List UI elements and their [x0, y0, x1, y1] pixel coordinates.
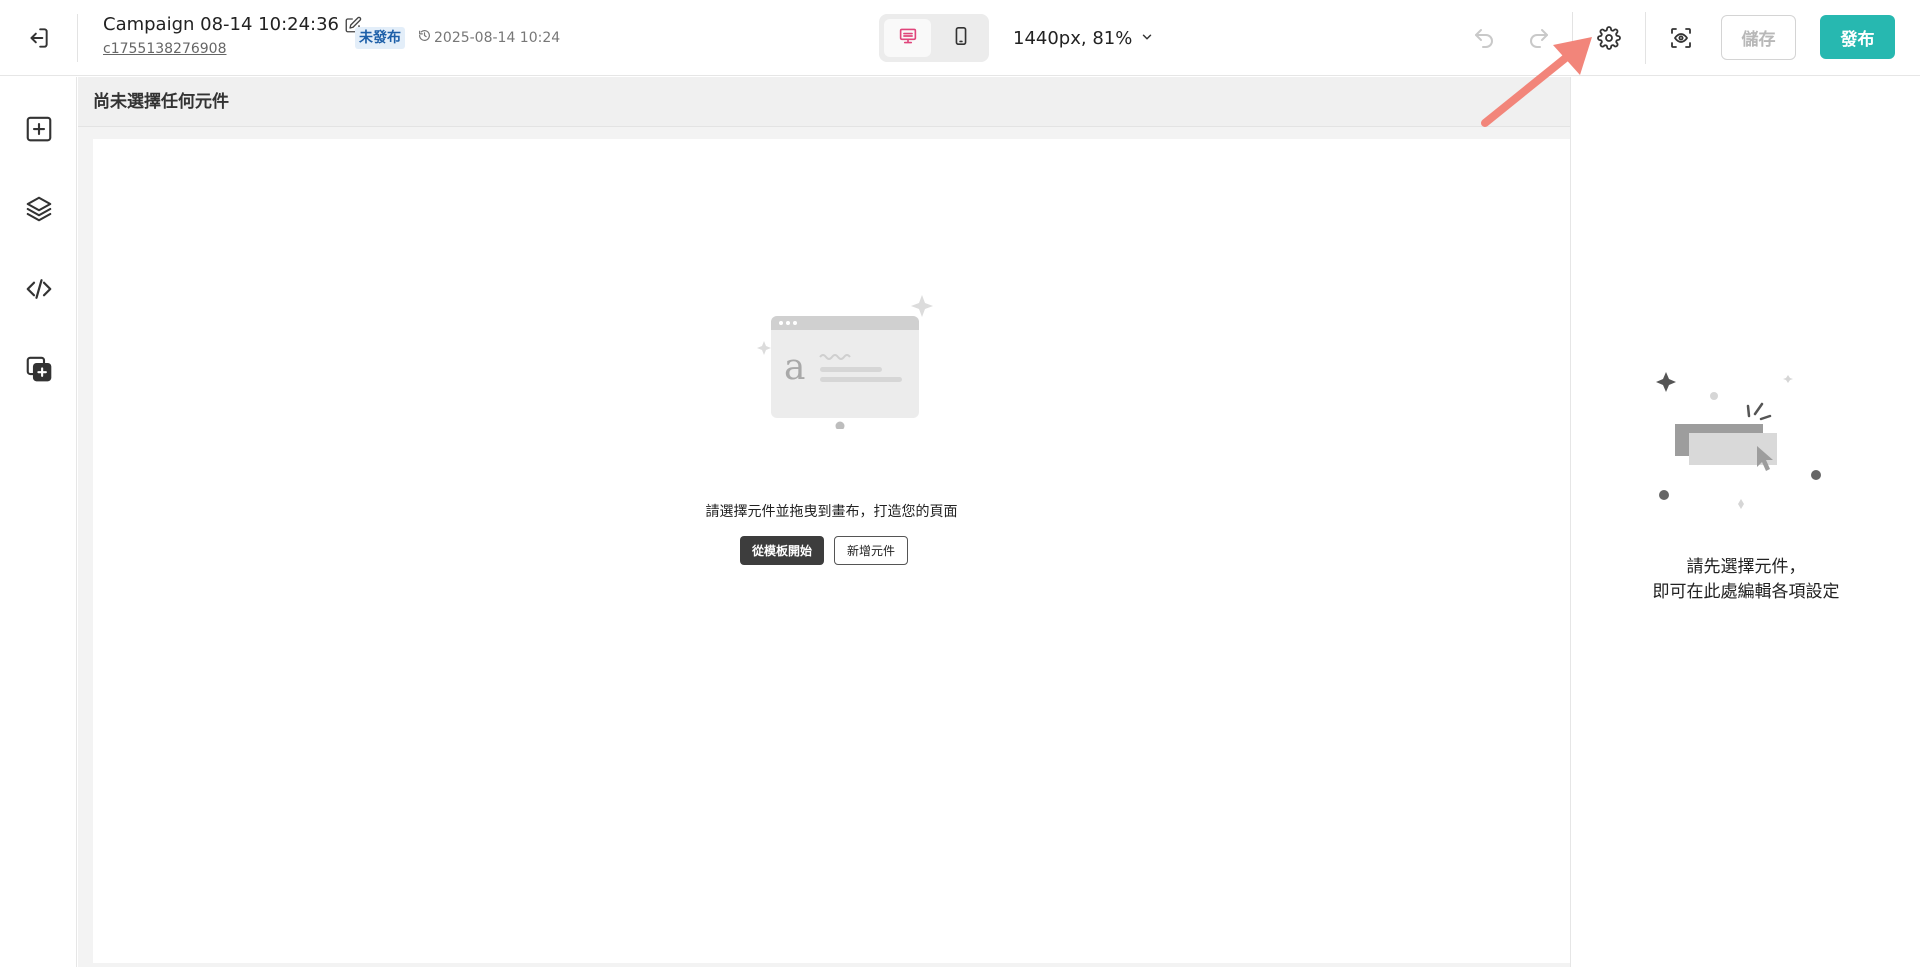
settings-panel: 請先選擇元件， 即可在此處編輯各項設定	[1570, 77, 1920, 967]
header-divider	[1572, 12, 1573, 64]
canvas-toolbar: 尚未選擇任何元件	[78, 77, 1570, 127]
canvas-page[interactable]: a 請選擇元件並拖曳到畫布，打造您的頁面 從模板開始 新增元件	[93, 139, 1570, 963]
empty-canvas-illustration: a	[741, 289, 936, 431]
settings-hint-line1: 請先選擇元件，	[1686, 557, 1806, 577]
header-divider	[1645, 12, 1646, 64]
selection-status: 尚未選擇任何元件	[93, 92, 229, 112]
desktop-view-button[interactable]	[884, 19, 931, 57]
add-component-button[interactable]: 新增元件	[834, 536, 909, 565]
last-saved-timestamp: 2025-08-14 10:24	[418, 27, 560, 49]
layers-icon[interactable]	[20, 190, 58, 228]
save-button[interactable]: 儲存	[1721, 15, 1796, 60]
empty-canvas-message: 請選擇元件並拖曳到畫布，打造您的頁面	[705, 504, 958, 520]
campaign-title-block: Campaign 08-14 10:24:36 c1755138276908	[103, 13, 363, 59]
empty-canvas-actions: 從模板開始 新增元件	[740, 536, 909, 565]
left-sidebar	[0, 77, 77, 967]
redo-icon[interactable]	[1522, 21, 1556, 55]
undo-icon[interactable]	[1467, 21, 1501, 55]
settings-empty-hint: 請先選擇元件， 即可在此處編輯各項設定	[1571, 555, 1920, 605]
exit-icon[interactable]	[22, 22, 54, 54]
start-from-template-button[interactable]: 從模板開始	[740, 536, 825, 565]
gear-icon[interactable]	[1592, 21, 1626, 55]
svg-text:a: a	[784, 347, 805, 388]
plus-square-icon[interactable]	[20, 110, 58, 148]
timestamp-text: 2025-08-14 10:24	[434, 30, 561, 46]
publish-button[interactable]: 發布	[1820, 15, 1895, 59]
mobile-icon	[954, 26, 968, 50]
canvas-area: 尚未選擇任何元件 a 請選擇元件並拖曳到畫布，打造您的頁面 從模板開始 新增元件	[78, 77, 1570, 967]
device-toggle	[879, 14, 989, 62]
mobile-view-button[interactable]	[937, 19, 984, 57]
top-header: Campaign 08-14 10:24:36 c1755138276908 未…	[0, 0, 1920, 76]
status-badge: 未發布	[355, 27, 405, 49]
eye-preview-icon[interactable]	[1664, 21, 1698, 55]
page-title-row: Campaign 08-14 10:24:36	[103, 13, 363, 37]
desktop-icon	[898, 27, 918, 49]
zoom-select[interactable]: 1440px, 81%	[1013, 25, 1154, 51]
chevron-down-icon	[1140, 28, 1154, 49]
settings-hint-line2: 即可在此處編輯各項設定	[1652, 582, 1840, 602]
clock-history-icon	[418, 27, 431, 49]
page-title: Campaign 08-14 10:24:36	[103, 14, 340, 35]
add-asset-icon[interactable]	[20, 350, 58, 388]
zoom-value: 1440px, 81%	[1013, 27, 1133, 49]
settings-empty-illustration	[1649, 367, 1839, 527]
header-divider	[77, 14, 78, 62]
code-icon[interactable]	[20, 270, 58, 308]
campaign-id-link[interactable]: c1755138276908	[103, 39, 227, 59]
